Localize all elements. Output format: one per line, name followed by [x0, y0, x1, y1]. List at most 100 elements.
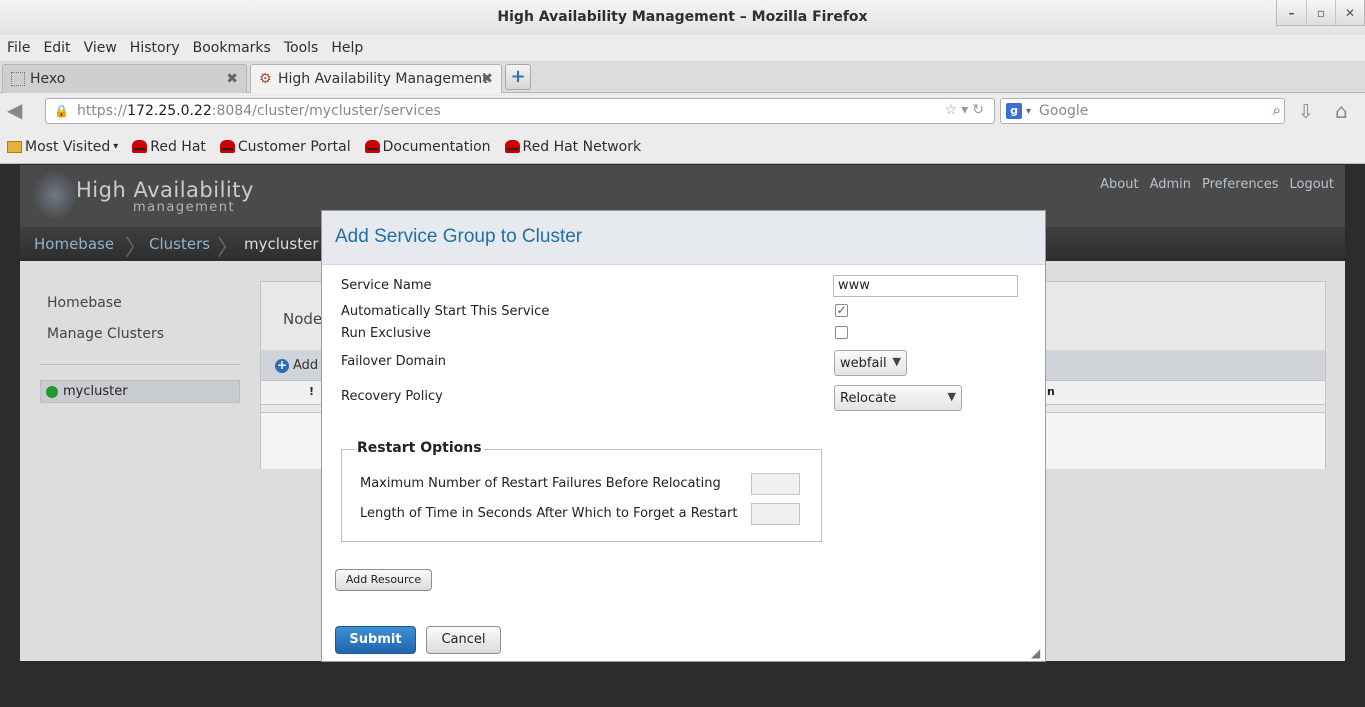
- link-about[interactable]: About: [1100, 177, 1138, 192]
- link-preferences[interactable]: Preferences: [1202, 177, 1278, 192]
- menu-history[interactable]: History: [130, 40, 180, 56]
- recovery-policy-value: Relocate: [840, 390, 897, 406]
- max-restarts-input[interactable]: [751, 473, 800, 495]
- new-tab-button[interactable]: +: [505, 64, 531, 90]
- back-icon[interactable]: ◀: [7, 100, 33, 121]
- redhat-icon: [364, 140, 380, 153]
- search-engine-icon[interactable]: g: [1006, 103, 1022, 119]
- redhat-icon: [132, 140, 148, 153]
- tab-label: Hexo: [30, 71, 66, 87]
- forget-restart-input[interactable]: [751, 503, 800, 525]
- breadcrumb-clusters[interactable]: Clusters: [149, 235, 210, 253]
- breadcrumb-homebase[interactable]: Homebase: [34, 235, 114, 253]
- bookmark-red-hat-network[interactable]: Red Hat Network: [504, 138, 642, 155]
- menu-help[interactable]: Help: [331, 40, 363, 56]
- link-logout[interactable]: Logout: [1289, 177, 1334, 192]
- header-links: About Admin Preferences Logout: [1100, 177, 1345, 192]
- sidebar-item-homebase[interactable]: Homebase: [47, 295, 122, 311]
- autostart-label: Automatically Start This Service: [341, 304, 550, 319]
- download-icon[interactable]: ⇩: [1298, 101, 1314, 123]
- reload-icon[interactable]: ↻: [972, 102, 988, 118]
- recovery-policy-label: Recovery Policy: [341, 389, 443, 404]
- link-admin[interactable]: Admin: [1150, 177, 1191, 192]
- failover-domain-select[interactable]: webfail ▼: [834, 350, 907, 376]
- close-tab-icon[interactable]: ✖: [226, 71, 238, 87]
- window-title: High Availability Management – Mozilla F…: [497, 9, 868, 25]
- url-bar-icons: ☆▾↻: [945, 102, 988, 118]
- chevron-down-icon: ▾: [113, 141, 119, 152]
- navigation-bar: ◀ 🔒 https://172.25.0.22:8084/cluster/myc…: [0, 93, 1365, 130]
- dialog-header: Add Service Group to Cluster: [322, 211, 1045, 265]
- bookmark-label: Customer Portal: [237, 138, 351, 155]
- cancel-button[interactable]: Cancel: [426, 626, 501, 654]
- failover-domain-label: Failover Domain: [341, 354, 447, 369]
- folder-icon: [7, 140, 22, 153]
- bookmark-customer-portal[interactable]: Customer Portal: [219, 138, 351, 155]
- bookmark-label: Red Hat Network: [522, 138, 642, 155]
- breadcrumb-mycluster: mycluster: [244, 235, 319, 253]
- sidebar-item-mycluster[interactable]: mycluster: [40, 380, 240, 403]
- max-restarts-label: Maximum Number of Restart Failures Befor…: [360, 476, 721, 491]
- add-label: Add: [293, 358, 319, 373]
- logo-title: High Availability: [76, 178, 254, 202]
- panel-heading: Node: [283, 310, 323, 328]
- add-resource-button[interactable]: Add Resource: [335, 569, 432, 591]
- redhat-icon: [219, 140, 235, 153]
- add-service-group-dialog: Add Service Group to Cluster Service Nam…: [321, 210, 1046, 662]
- tab-strip: Hexo ✖ ⚙ High Availability Management ✖: [0, 61, 1365, 93]
- tab-hexo[interactable]: Hexo ✖: [2, 64, 247, 93]
- lock-icon: 🔒: [54, 104, 69, 118]
- tab-label: High Availability Management: [278, 71, 488, 87]
- window-controls: – ▫ ✕: [1276, 0, 1365, 26]
- plus-icon: +: [275, 357, 289, 373]
- run-exclusive-checkbox[interactable]: [835, 326, 848, 339]
- service-name-label: Service Name: [341, 278, 432, 293]
- close-tab-icon[interactable]: ✖: [481, 71, 493, 87]
- chevron-down-icon: ▼: [892, 355, 901, 368]
- add-button[interactable]: + Add: [275, 358, 318, 373]
- menu-file[interactable]: File: [7, 40, 30, 56]
- menu-bookmarks[interactable]: Bookmarks: [193, 40, 271, 56]
- search-placeholder: Google: [1039, 103, 1089, 119]
- search-engine-dropdown-icon[interactable]: ▾: [1026, 106, 1031, 117]
- url-scheme: https://: [76, 103, 128, 119]
- home-icon[interactable]: ⌂: [1335, 99, 1348, 123]
- menu-tools[interactable]: Tools: [284, 40, 319, 56]
- breadcrumb-separator: 〉: [125, 236, 148, 261]
- logo-subtitle: management: [133, 200, 236, 215]
- close-icon[interactable]: ✕: [1335, 0, 1364, 25]
- sidebar-item-manage-clusters[interactable]: Manage Clusters: [47, 326, 164, 342]
- restart-options-group: Maximum Number of Restart Failures Befor…: [341, 449, 822, 542]
- maximize-icon[interactable]: ▫: [1306, 0, 1335, 25]
- window-titlebar: High Availability Management – Mozilla F…: [0, 0, 1365, 35]
- bookmark-red-hat[interactable]: Red Hat: [132, 139, 206, 155]
- submit-button[interactable]: Submit: [335, 626, 416, 654]
- tab-high-availability[interactable]: ⚙ High Availability Management ✖: [250, 64, 502, 93]
- restart-options-legend: Restart Options: [355, 440, 484, 456]
- sidebar: Homebase Manage Clusters mycluster: [20, 261, 260, 661]
- status-ok-icon: [46, 385, 58, 398]
- gear-icon: ⚙: [259, 71, 272, 87]
- autostart-checkbox[interactable]: ✓: [835, 304, 848, 317]
- service-name-input[interactable]: www: [833, 275, 1018, 297]
- search-icon[interactable]: ⌕: [1273, 101, 1281, 119]
- bookmark-label: Most Visited: [25, 138, 111, 155]
- page-icon: [11, 72, 25, 86]
- history-dropdown-icon[interactable]: ▾: [961, 102, 972, 118]
- resize-grip-icon[interactable]: ◢: [1031, 647, 1043, 659]
- menu-view[interactable]: View: [84, 40, 117, 56]
- minimize-icon[interactable]: –: [1277, 0, 1306, 25]
- bookmark-label: Documentation: [382, 138, 491, 155]
- bookmarks-toolbar: Most Visited ▾ Red Hat Customer Portal Do…: [0, 130, 1365, 164]
- recovery-policy-select[interactable]: Relocate ▼: [834, 385, 962, 411]
- status-column-header: !: [309, 385, 315, 398]
- bookmark-documentation[interactable]: Documentation: [364, 138, 491, 155]
- url-path: :8084/cluster/mycluster/services: [211, 103, 441, 119]
- menu-edit[interactable]: Edit: [43, 40, 70, 56]
- bookmark-most-visited[interactable]: Most Visited ▾: [7, 139, 118, 155]
- url-host: 172.25.0.22: [127, 103, 212, 119]
- bookmark-star-icon[interactable]: ☆: [945, 102, 962, 118]
- bookmark-label: Red Hat: [150, 138, 206, 155]
- url-bar[interactable]: 🔒 https://172.25.0.22:8084/cluster/myclu…: [45, 98, 995, 124]
- search-bar[interactable]: g ▾ Google ⌕: [1000, 98, 1285, 124]
